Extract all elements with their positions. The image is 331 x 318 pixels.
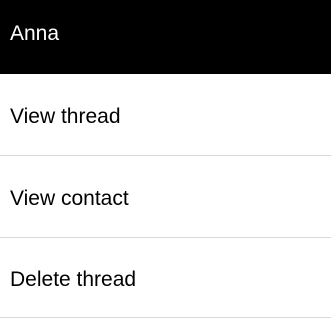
view-contact-label: View contact [10, 186, 129, 210]
menu-header: Anna [0, 0, 331, 74]
context-menu: Anna View thread View contact Delete thr… [0, 0, 331, 318]
delete-thread-label: Delete thread [10, 267, 137, 291]
delete-thread-menu-item[interactable]: Delete thread [0, 238, 331, 318]
menu-header-title: Anna [10, 21, 60, 45]
view-contact-menu-item[interactable]: View contact [0, 156, 331, 238]
view-thread-menu-item[interactable]: View thread [0, 74, 331, 156]
view-thread-label: View thread [10, 104, 121, 128]
